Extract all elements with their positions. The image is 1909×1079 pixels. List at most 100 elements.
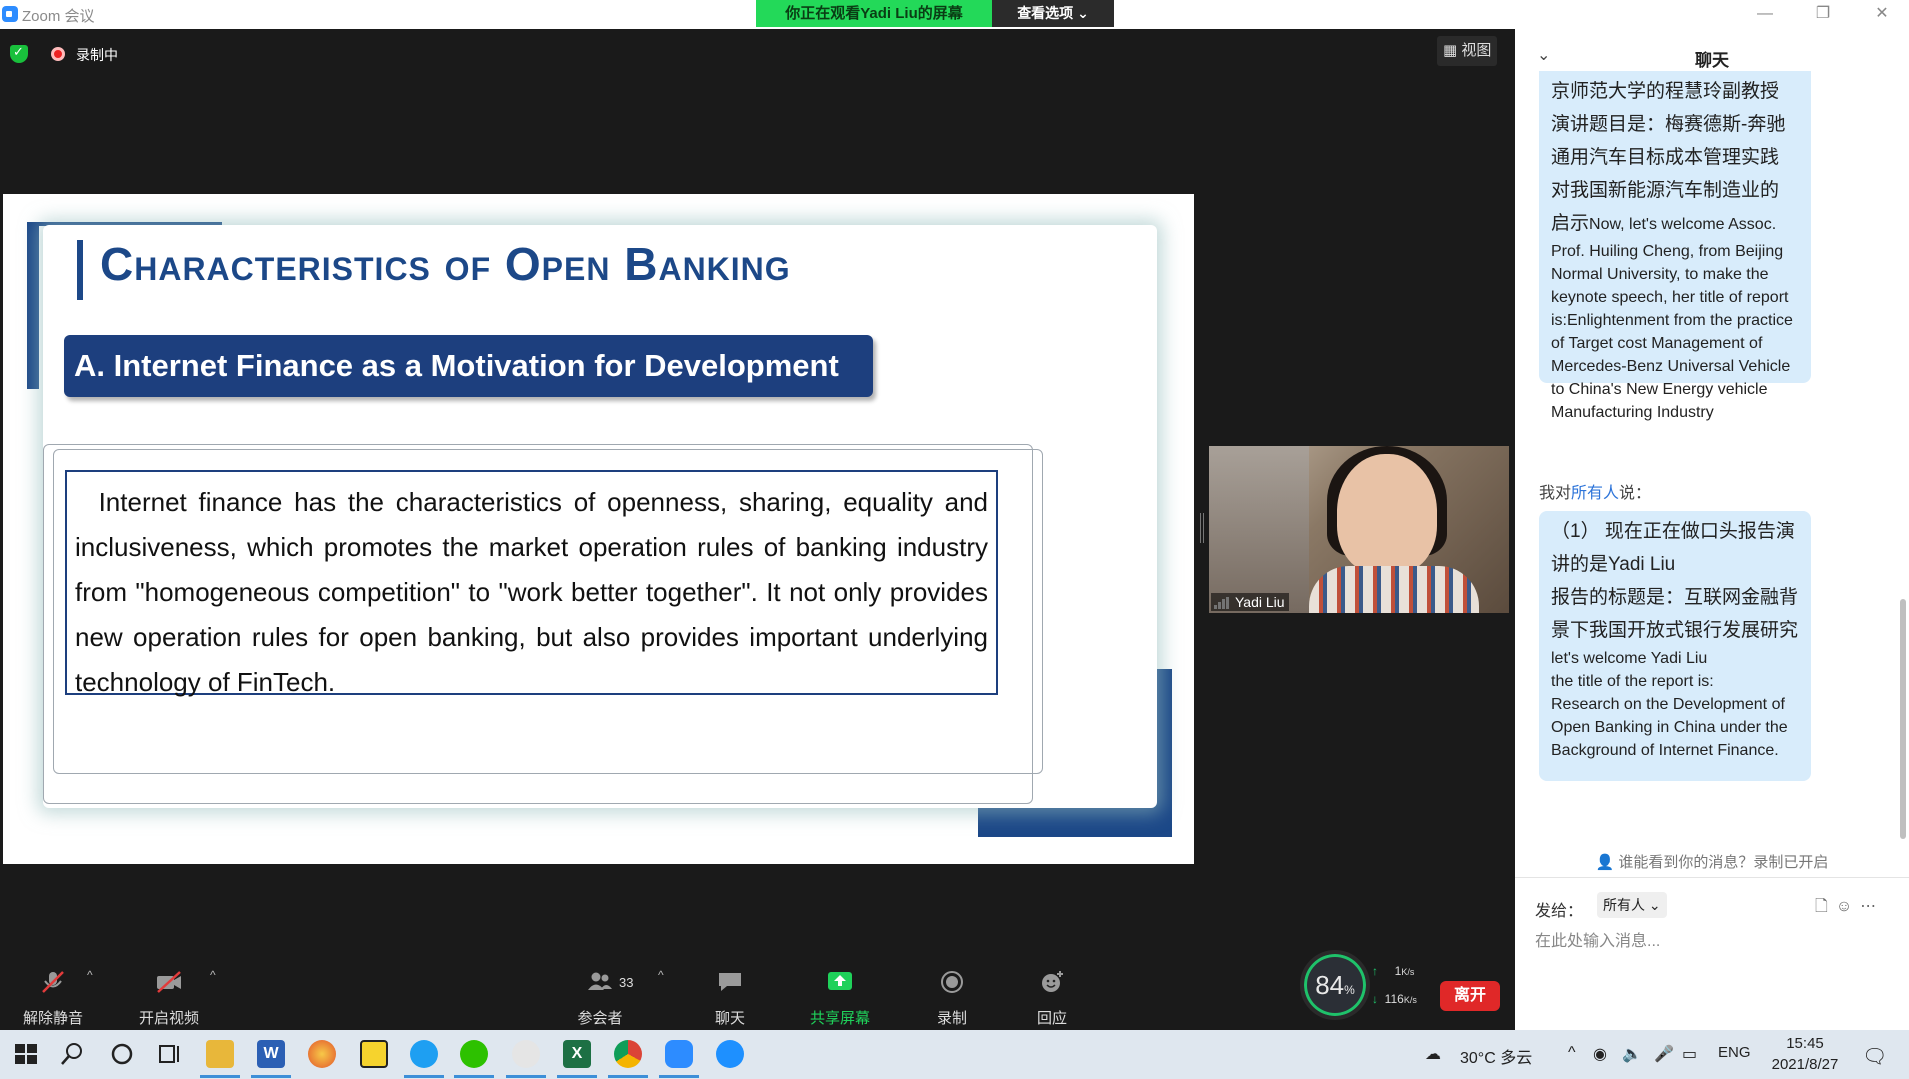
upload-speed: ↑ 1K/s	[1372, 964, 1414, 978]
view-button[interactable]: ▦ 视图	[1437, 36, 1498, 66]
upload-unit: K/s	[1401, 967, 1415, 977]
download-value: 116	[1384, 992, 1404, 1006]
video-background	[1209, 446, 1309, 613]
start-video-button[interactable]: 开启视频	[130, 958, 208, 1030]
sticky-notes-icon[interactable]	[360, 1040, 388, 1068]
windows-start-icon[interactable]	[12, 1040, 40, 1068]
recording-icon	[51, 47, 65, 61]
chat-app-icon[interactable]	[404, 1040, 444, 1078]
qq-icon[interactable]	[506, 1040, 546, 1078]
chat-message: 京师范大学的程慧玲副教授 演讲题目是：梅赛德斯-奔驰 通用汽车目标成本管理实践 …	[1539, 71, 1811, 421]
weather-text[interactable]: 30°C 多云	[1460, 1044, 1532, 1068]
slide-decoration-left	[27, 224, 39, 389]
audio-options-chevron-icon[interactable]: ^	[87, 968, 93, 982]
reactions-label: 回应	[1036, 1010, 1067, 1027]
slide-title-accent	[77, 240, 83, 300]
chat-message-en: Prof. Huiling Cheng, from Beijing Normal…	[1551, 243, 1793, 421]
send-to-label: 发给：	[1535, 903, 1584, 920]
chat-visibility-text: 谁能看到你的消息？录制已开启	[1618, 854, 1829, 871]
close-icon[interactable]: ✕	[1870, 2, 1894, 26]
participants-button[interactable]: 参会者	[570, 958, 630, 1030]
unmute-button[interactable]: 解除静音	[14, 958, 92, 1030]
recording-label[interactable]: 录制中	[76, 45, 118, 65]
chat-bubble-icon	[719, 973, 741, 991]
wechat-icon[interactable]	[454, 1040, 494, 1078]
chat-scrollbar[interactable]	[1900, 599, 1906, 839]
slide-subtitle: A. Internet Finance as a Motivation for …	[64, 335, 873, 397]
video-person-shirt	[1309, 566, 1479, 613]
chat-message-zh: （1） 现在正在做口头报告演讲的是Yadi Liu 报告的标题是：互联网金融背景…	[1551, 521, 1799, 641]
chevron-down-icon[interactable]: ⌄	[1537, 45, 1550, 65]
participants-options-chevron-icon[interactable]: ^	[658, 968, 664, 982]
record-icon	[941, 971, 963, 993]
chrome-icon[interactable]	[608, 1040, 648, 1078]
record-button[interactable]: 录制	[922, 958, 982, 1030]
photos-icon[interactable]	[308, 1040, 336, 1068]
file-icon[interactable]: 🗋	[1815, 898, 1836, 915]
chat-visibility-hint[interactable]: 👤 谁能看到你的消息？录制已开启	[1515, 851, 1909, 872]
chat-recipient-line: 我对所有人说：	[1539, 479, 1651, 503]
network-monitor-widget[interactable]: 84% ↑ 1K/s ↓ 116K/s	[1300, 950, 1440, 1022]
participants-label: 参会者	[577, 1010, 623, 1027]
cpu-percent: 84	[1315, 970, 1345, 1000]
feishu-icon[interactable]	[716, 1040, 744, 1068]
window-titlebar: Zoom 会议 你正在观看Yadi Liu的屏幕 查看选项 ⌄ — ❐ ✕	[0, 0, 1909, 29]
slide-title: Characteristics of Open Banking	[100, 238, 791, 290]
chat-to-prefix: 我对	[1539, 485, 1572, 502]
excel-icon[interactable]: X	[557, 1040, 597, 1078]
muted-microphone-icon	[42, 971, 64, 993]
video-options-chevron-icon[interactable]: ^	[210, 968, 216, 982]
minimize-icon[interactable]: —	[1753, 2, 1777, 26]
slide-body-text: Internet finance has the characteristics…	[65, 470, 998, 697]
cortana-icon[interactable]	[108, 1040, 136, 1068]
volume-icon[interactable]: 🔈	[1622, 1044, 1642, 1064]
chat-title: 聊天	[1695, 51, 1729, 70]
view-options-button[interactable]: 查看选项 ⌄	[992, 0, 1114, 27]
meeting-toolbar: 解除静音 ^ 开启视频 ^ 参会者 33 ^ 聊天 共享屏幕 录制 回应	[0, 958, 1515, 1030]
chat-message: （1） 现在正在做口头报告演讲的是Yadi Liu 报告的标题是：互联网金融背景…	[1539, 511, 1811, 781]
tray-app-icon[interactable]: ◉	[1593, 1044, 1607, 1064]
microphone-icon[interactable]: 🎤	[1654, 1044, 1674, 1064]
leave-meeting-button[interactable]: 离开	[1440, 981, 1500, 1011]
send-to-select[interactable]: 所有人 ⌄	[1597, 892, 1667, 918]
chat-label: 聊天	[714, 1010, 745, 1027]
cpu-gauge: 84%	[1300, 950, 1370, 1020]
participant-video-tile[interactable]: Yadi Liu	[1209, 446, 1509, 613]
download-unit: K/s	[1403, 995, 1417, 1005]
system-clock[interactable]: 15:45 2021/8/27	[1760, 1033, 1850, 1075]
record-label: 录制	[936, 1010, 967, 1027]
reactions-button[interactable]: 回应	[1022, 958, 1082, 1030]
chat-message-zh: 京师范大学的程慧玲副教授 演讲题目是：梅赛德斯-奔驰 通用汽车目标成本管理实践 …	[1551, 81, 1786, 234]
tray-chevron-icon[interactable]: ^	[1568, 1044, 1576, 1062]
chat-to-target[interactable]: 所有人	[1571, 485, 1619, 502]
restore-icon[interactable]: ❐	[1811, 2, 1835, 26]
battery-icon[interactable]: ▭	[1682, 1044, 1697, 1064]
emoji-icon[interactable]: ☺	[1836, 898, 1860, 915]
input-language[interactable]: ENG	[1718, 1044, 1751, 1061]
chat-message-input[interactable]	[1535, 929, 1885, 955]
clock-date: 2021/8/27	[1771, 1056, 1839, 1073]
file-explorer-icon[interactable]	[200, 1040, 240, 1078]
video-off-icon	[157, 971, 181, 993]
participant-name: Yadi Liu	[1211, 593, 1289, 611]
word-icon[interactable]: W	[251, 1040, 291, 1078]
share-screen-button[interactable]: 共享屏幕	[800, 958, 880, 1030]
chat-message-en: let's welcome Yadi Liu the title of the …	[1551, 650, 1788, 759]
chat-panel: ⌄ 聊天 京师范大学的程慧玲副教授 演讲题目是：梅赛德斯-奔驰 通用汽车目标成本…	[1515, 29, 1909, 1030]
search-icon[interactable]	[58, 1040, 86, 1068]
more-icon[interactable]: ⋯	[1860, 898, 1884, 915]
chat-button[interactable]: 聊天	[700, 958, 760, 1030]
zoom-taskbar-icon[interactable]	[659, 1040, 699, 1078]
zoom-app-icon	[2, 6, 18, 22]
cpu-unit: %	[1344, 983, 1355, 997]
chat-message-en-inline: Now, let's welcome Assoc.	[1589, 216, 1777, 233]
shared-screen: Characteristics of Open Banking A. Inter…	[3, 194, 1194, 864]
unmute-label: 解除静音	[22, 1010, 83, 1027]
task-view-icon[interactable]	[156, 1040, 184, 1068]
weather-icon[interactable]: ☁	[1425, 1044, 1441, 1064]
notification-icon[interactable]: 🗨	[1862, 1044, 1887, 1069]
split-drag-handle[interactable]	[1200, 513, 1204, 543]
person-icon: 👤	[1595, 854, 1615, 871]
encryption-shield-icon[interactable]	[10, 44, 28, 63]
upload-arrow-icon: ↑	[1372, 964, 1378, 978]
